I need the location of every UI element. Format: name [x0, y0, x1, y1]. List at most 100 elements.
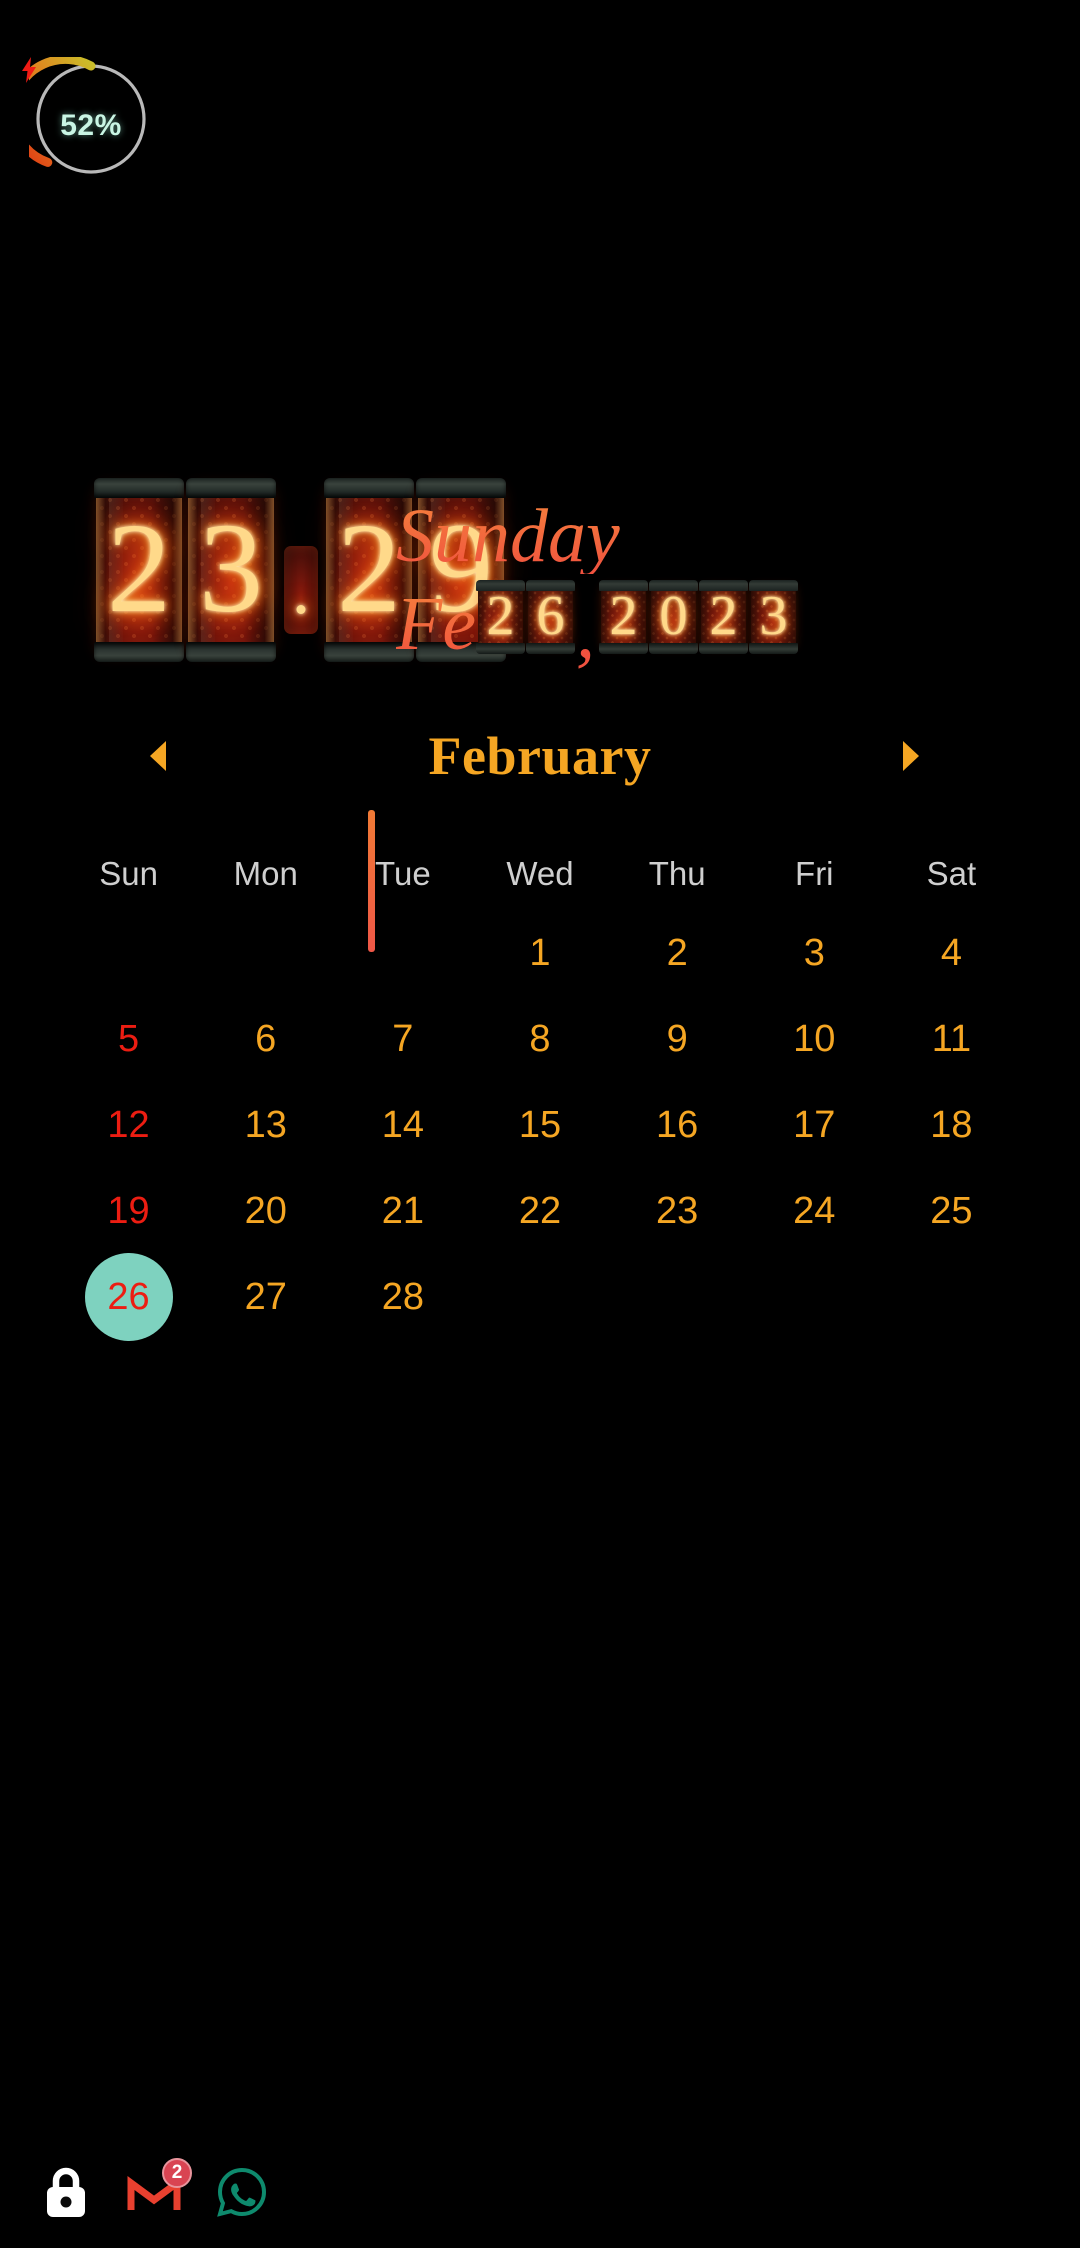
month-title[interactable]: February: [429, 725, 652, 787]
calendar-day-16[interactable]: 16: [609, 1082, 746, 1168]
calendar-weekday-header: Sun Mon Tue Wed Thu Fri Sat: [60, 838, 1020, 910]
nixie-tube-year-4: 3: [749, 580, 798, 654]
calendar-week-row: 12 13 14 15 16 17 18: [60, 1082, 1020, 1168]
calendar-day-number: 8: [529, 1018, 551, 1060]
app-dock: 2: [36, 2158, 272, 2222]
nixie-digit: 2: [107, 497, 171, 639]
nixie-tube-day-ones: 6: [526, 580, 575, 654]
calendar-day-22[interactable]: 22: [471, 1168, 608, 1254]
calendar-week-row: 19 20 21 22 23 24 25: [60, 1168, 1020, 1254]
nixie-tube-year-2: 0: [649, 580, 698, 654]
calendar-day-number: 10: [793, 1018, 836, 1060]
calendar-day-7[interactable]: 7: [334, 996, 471, 1082]
calendar-day-8[interactable]: 8: [471, 996, 608, 1082]
nixie-tube-colon: [281, 538, 321, 642]
calendar-day-number: 2: [666, 932, 688, 974]
calendar-day-24[interactable]: 24: [746, 1168, 883, 1254]
calendar-widget[interactable]: Sun Mon Tue Wed Thu Fri Sat 1 2 3 4 5 6 7 8 9 10 11 12 13 1…: [60, 838, 1020, 1341]
chevron-right-icon[interactable]: [903, 741, 919, 771]
calendar-day-number: 21: [381, 1190, 424, 1232]
calendar-day-number: 25: [930, 1190, 973, 1232]
dock-item-whatsapp[interactable]: [212, 2162, 272, 2222]
calendar-weekday-tue: Tue: [375, 855, 431, 892]
calendar-weekday-thu: Thu: [648, 855, 706, 892]
nixie-tube-hour-ones: 3: [186, 478, 276, 662]
calendar-day-14[interactable]: 14: [334, 1082, 471, 1168]
nixie-tube-year-3: 2: [699, 580, 748, 654]
calendar-day-6[interactable]: 6: [197, 996, 334, 1082]
calendar-day-23[interactable]: 23: [609, 1168, 746, 1254]
calendar-day-number: 5: [118, 1018, 140, 1060]
calendar-day-empty: [471, 1254, 608, 1340]
colon-dot-icon: [296, 605, 306, 614]
gmail-badge: 2: [162, 2158, 192, 2188]
calendar-day-number: 13: [244, 1104, 287, 1146]
calendar-day-number: 18: [930, 1104, 973, 1146]
calendar-day-number: 22: [518, 1190, 562, 1232]
calendar-day-number: 7: [392, 1018, 414, 1060]
calendar-day-9[interactable]: 9: [609, 996, 746, 1082]
calendar-day-11[interactable]: 11: [883, 996, 1020, 1082]
date-nixie-tubes: 2 6 , 2 0 2 3: [476, 578, 799, 670]
calendar-day-2[interactable]: 2: [609, 910, 746, 996]
chevron-left-icon[interactable]: [150, 741, 166, 771]
calendar-day-empty: [197, 910, 334, 996]
calendar-day-number: 24: [793, 1190, 836, 1232]
month-navigation: February: [0, 720, 1080, 792]
calendar-day-number: 1: [529, 932, 551, 974]
calendar-day-number: 28: [381, 1276, 424, 1318]
calendar-day-10[interactable]: 10: [746, 996, 883, 1082]
calendar-day-number: 23: [655, 1190, 699, 1232]
calendar-week-row: 26 27 28: [60, 1253, 1020, 1341]
calendar-day-5[interactable]: 5: [60, 996, 197, 1082]
calendar-day-empty: [334, 910, 471, 996]
calendar-day-number: 19: [107, 1190, 150, 1232]
calendar-day-number: 15: [518, 1104, 562, 1146]
calendar-day-number: 14: [381, 1104, 424, 1146]
dock-item-lock[interactable]: [36, 2162, 96, 2222]
calendar-day-26[interactable]: 26: [60, 1253, 197, 1341]
calendar-day-number: 9: [666, 1018, 688, 1060]
calendar-day-19[interactable]: 19: [60, 1168, 197, 1254]
calendar-day-number: 20: [244, 1190, 287, 1232]
calendar-day-number: 26: [107, 1276, 150, 1318]
calendar-day-number: 17: [793, 1104, 836, 1146]
calendar-weekday-wed: Wed: [506, 855, 574, 892]
date-comma: ,: [576, 590, 595, 674]
calendar-day-number: 27: [244, 1276, 287, 1318]
calendar-day-empty: [883, 1254, 1020, 1340]
calendar-day-18[interactable]: 18: [883, 1082, 1020, 1168]
calendar-day-4[interactable]: 4: [883, 910, 1020, 996]
calendar-day-number: 3: [803, 932, 825, 974]
calendar-day-17[interactable]: 17: [746, 1082, 883, 1168]
date-widget[interactable]: Sunday Feb 2 6 , 2 0 2 3: [390, 490, 1080, 680]
calendar-day-15[interactable]: 15: [471, 1082, 608, 1168]
calendar-day-grid: 1 2 3 4 5 6 7 8 9 10 11 12 13 14 15 16 17 18 19 20 21 22 23 24 2…: [60, 910, 1020, 1341]
dock-item-gmail[interactable]: 2: [124, 2158, 192, 2222]
home-screen: 52% 2 3 2 Sunday Feb 2 6 , 2 0 2 3 Febru…: [0, 0, 1080, 2248]
calendar-weekday-mon: Mon: [233, 855, 298, 892]
battery-widget[interactable]: 52%: [22, 57, 153, 181]
nixie-tube-hour-tens: 2: [94, 478, 184, 662]
calendar-day-12[interactable]: 12: [60, 1082, 197, 1168]
calendar-day-empty: [60, 910, 197, 996]
calendar-day-number: 6: [255, 1018, 277, 1060]
calendar-day-25[interactable]: 25: [883, 1168, 1020, 1254]
calendar-day-28[interactable]: 28: [334, 1254, 471, 1340]
calendar-day-empty: [609, 1254, 746, 1340]
calendar-day-27[interactable]: 27: [197, 1254, 334, 1340]
calendar-weekday-sat: Sat: [926, 855, 977, 892]
nixie-tube-day-tens: 2: [476, 580, 525, 654]
calendar-weekday-fri: Fri: [795, 855, 834, 892]
calendar-day-21[interactable]: 21: [334, 1168, 471, 1254]
calendar-week-row: 1 2 3 4: [60, 910, 1020, 996]
nixie-tube-year-1: 2: [599, 580, 648, 654]
calendar-day-1[interactable]: 1: [471, 910, 608, 996]
calendar-day-3[interactable]: 3: [746, 910, 883, 996]
whatsapp-icon: [217, 2167, 267, 2217]
calendar-weekday-sun: Sun: [99, 855, 158, 892]
calendar-day-number: 16: [655, 1104, 699, 1146]
calendar-day-13[interactable]: 13: [197, 1082, 334, 1168]
battery-percent-label: 52%: [60, 108, 122, 142]
calendar-day-20[interactable]: 20: [197, 1168, 334, 1254]
